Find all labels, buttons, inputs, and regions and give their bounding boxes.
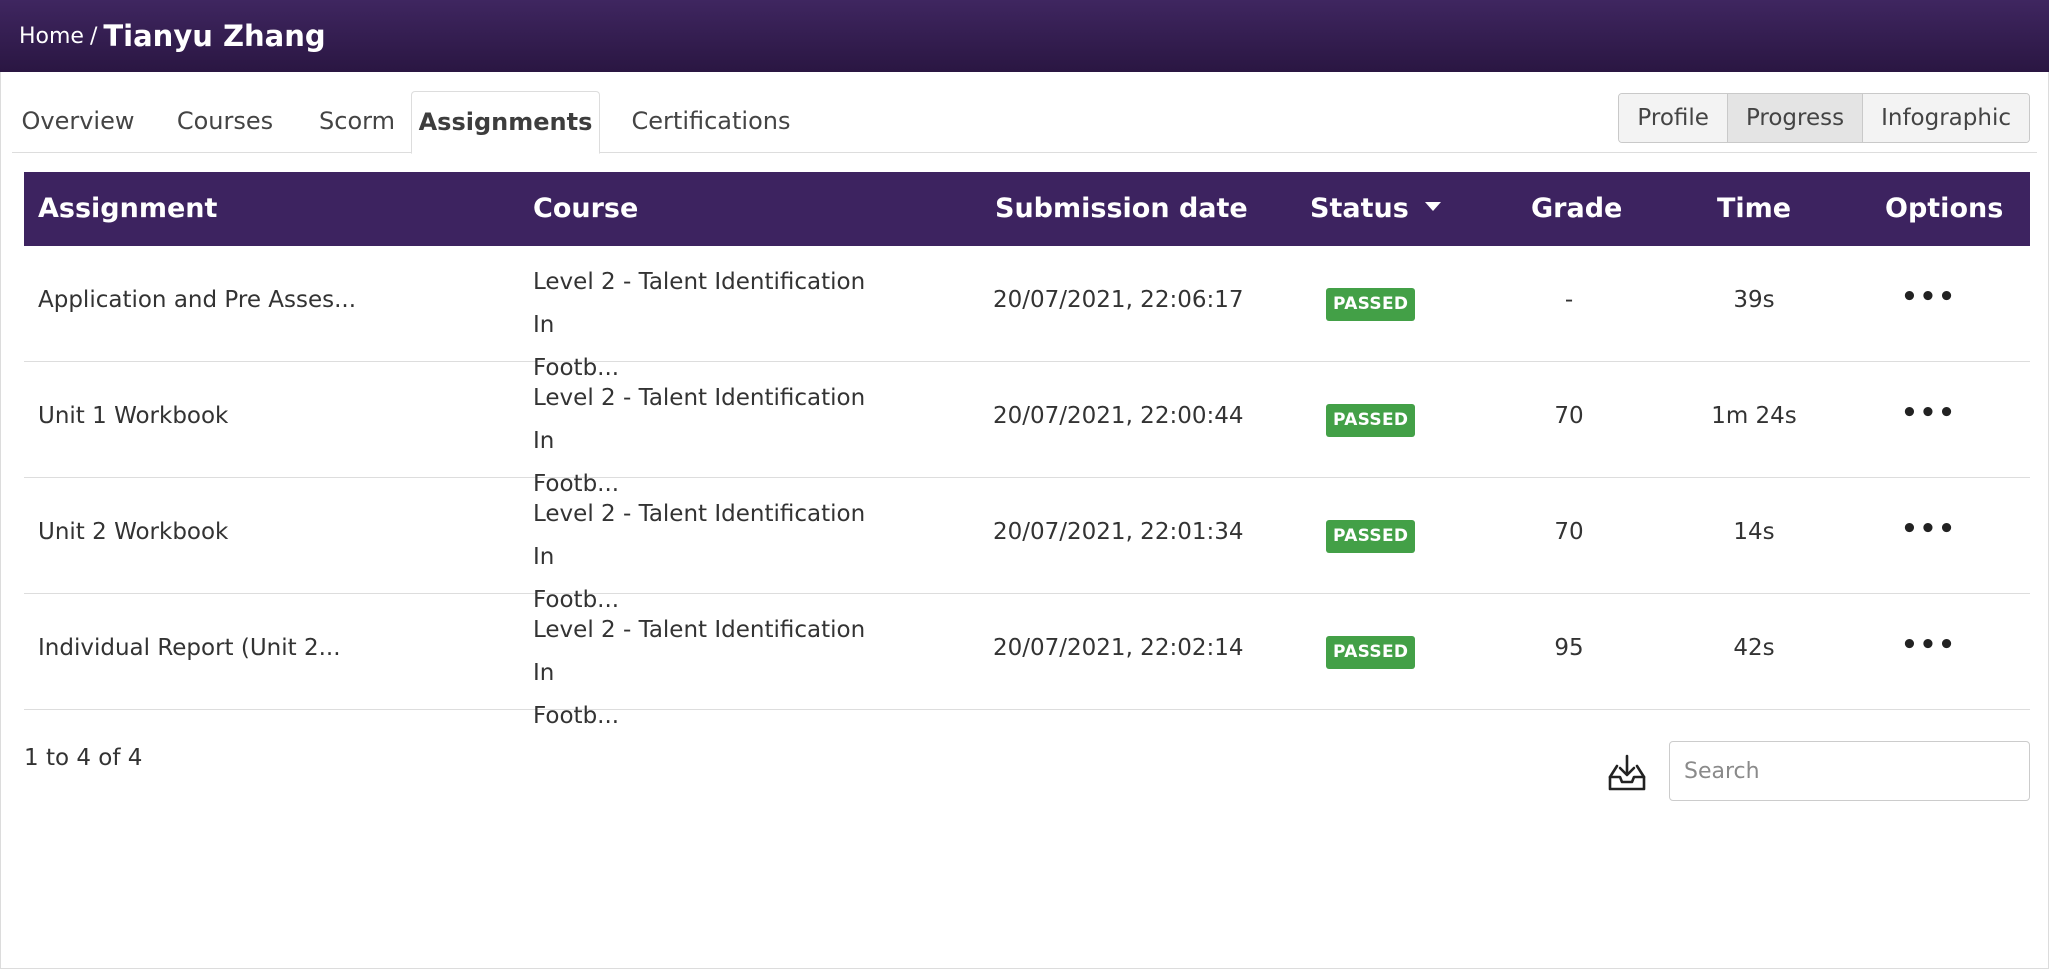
time-value: 42s [1733,635,1775,661]
row-options-icon[interactable]: ••• [1894,630,1964,660]
search-input[interactable] [1669,741,2030,801]
table-header: Assignment Course Submission date Status… [24,172,2030,246]
status-cell: PASSED [1326,520,1416,553]
assignment-name: Unit 2 Workbook [38,519,229,545]
time-value: 14s [1733,519,1775,545]
top-bar: Home / Tianyu Zhang [0,0,2049,72]
grade-value: - [1564,287,1574,313]
course-name-line1: Level 2 - Talent Identification In [533,385,866,454]
course-name-line1: Level 2 - Talent Identification In [533,617,866,686]
breadcrumb-home-link[interactable]: Home [19,24,84,49]
tab-certifications[interactable]: Certifications [622,91,800,153]
status-cell: PASSED [1326,288,1416,321]
status-cell: PASSED [1326,404,1416,437]
submission-date: 20/07/2021, 22:02:14 [993,635,1244,661]
pagination-summary: 1 to 4 of 4 [24,745,143,771]
course-name-line1: Level 2 - Talent Identification In [533,269,866,338]
status-badge: PASSED [1326,288,1416,321]
status-badge: PASSED [1326,636,1416,669]
column-header-assignment[interactable]: Assignment [38,172,217,246]
column-header-course[interactable]: Course [533,172,638,246]
page-title: Tianyu Zhang [103,19,326,53]
course-name: Level 2 - Talent Identification In Footb… [533,609,893,738]
submission-date: 20/07/2021, 22:01:34 [993,519,1244,545]
breadcrumb-separator: / [89,23,98,49]
assignments-table: Assignment Course Submission date Status… [24,172,2030,729]
progress-button[interactable]: Progress [1726,94,1863,142]
column-header-time[interactable]: Time [1717,172,1791,246]
grade-value: 95 [1554,635,1584,661]
status-badge: PASSED [1326,520,1416,553]
grade-value: 70 [1554,403,1584,429]
row-options-icon[interactable]: ••• [1894,514,1964,544]
view-button-group: Profile Progress Infographic [1618,93,2030,143]
row-options-icon[interactable]: ••• [1894,398,1964,428]
time-value: 1m 24s [1711,403,1797,429]
submission-date: 20/07/2021, 22:06:17 [993,287,1244,313]
tab-courses[interactable]: Courses [167,91,283,153]
course-name-line1: Level 2 - Talent Identification In [533,501,866,570]
submission-date: 20/07/2021, 22:00:44 [993,403,1244,429]
tab-overview[interactable]: Overview [20,91,136,153]
sort-descending-icon [1424,202,1441,211]
tab-assignments[interactable]: Assignments [411,91,600,154]
table-row: Application and Pre Asses... Level 2 - T… [24,246,2030,381]
column-header-submission-date[interactable]: Submission date [995,172,1248,246]
table-row: Unit 1 Workbook Level 2 - Talent Identif… [24,362,2030,497]
column-header-status[interactable]: Status [1310,172,1441,246]
assignment-name: Application and Pre Asses... [38,287,357,313]
status-cell: PASSED [1326,636,1416,669]
row-options-icon[interactable]: ••• [1894,282,1964,312]
grade-value: 70 [1554,519,1584,545]
assignment-name: Individual Report (Unit 2... [38,635,341,661]
assignment-name: Unit 1 Workbook [38,403,229,429]
column-header-options: Options [1885,193,2004,224]
status-badge: PASSED [1326,404,1416,437]
table-row: Individual Report (Unit 2... Level 2 - T… [24,594,2030,729]
course-name-line2: Footb... [533,703,620,729]
column-header-status-label: Status [1310,193,1409,224]
infographic-button[interactable]: Infographic [1862,94,2029,142]
table-row: Unit 2 Workbook Level 2 - Talent Identif… [24,478,2030,613]
column-header-grade[interactable]: Grade [1531,172,1622,246]
download-tray-icon[interactable] [1605,753,1649,793]
tab-scorm[interactable]: Scorm [310,91,404,153]
time-value: 39s [1733,287,1775,313]
profile-button[interactable]: Profile [1619,94,1727,142]
